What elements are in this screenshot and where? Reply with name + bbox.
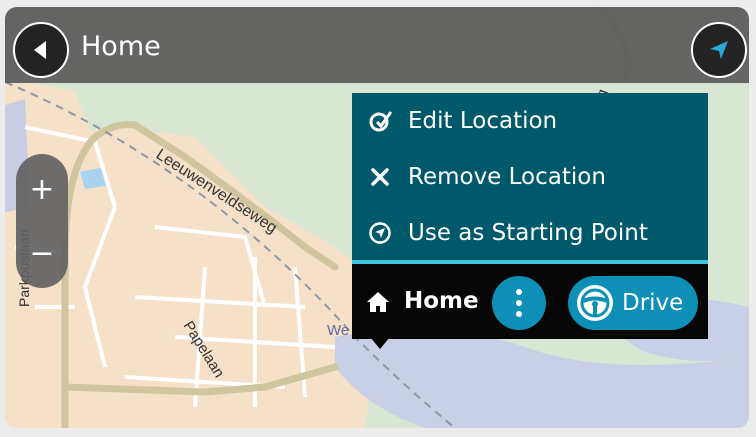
current-location-button[interactable]: [691, 22, 747, 78]
location-action-bar: Home Drive: [352, 264, 708, 339]
drive-button-label: Drive: [622, 290, 684, 316]
close-icon: [371, 168, 389, 186]
more-options-button[interactable]: [492, 276, 546, 330]
menu-item-label: Edit Location: [408, 108, 558, 134]
screen: Leeuwenveldseweg Papelaan Parkpuslaan eg…: [5, 7, 749, 428]
top-bar: Home: [5, 7, 749, 83]
drive-button[interactable]: Drive: [568, 276, 698, 330]
location-menu: Edit Location Remove Location Use as Sta…: [352, 93, 708, 270]
menu-item-use-as-starting-point[interactable]: Use as Starting Point: [352, 205, 708, 261]
navigation-arrow-icon: [710, 41, 728, 59]
back-button[interactable]: [13, 22, 69, 78]
more-vertical-icon: [516, 289, 522, 317]
menu-item-label: Use as Starting Point: [408, 220, 648, 246]
menu-item-remove-location[interactable]: Remove Location: [352, 149, 708, 205]
start-point-icon: [369, 222, 391, 244]
steering-wheel-icon: [577, 285, 613, 321]
menu-item-edit-location[interactable]: Edit Location: [352, 93, 708, 149]
back-arrow-icon: [34, 41, 46, 59]
menu-pointer: [370, 337, 390, 349]
zoom-control: + −: [16, 154, 68, 288]
menu-item-label: Remove Location: [408, 164, 606, 190]
edit-location-icon: [369, 111, 392, 132]
device-frame: Leeuwenveldseweg Papelaan Parkpuslaan eg…: [0, 0, 756, 437]
zoom-out-button[interactable]: −: [16, 222, 68, 284]
home-icon: [367, 292, 389, 312]
location-name: Home: [404, 288, 479, 314]
zoom-in-button[interactable]: +: [16, 158, 68, 220]
page-title: Home: [81, 31, 161, 62]
street-label-fragment-bottom: We: [327, 322, 349, 339]
